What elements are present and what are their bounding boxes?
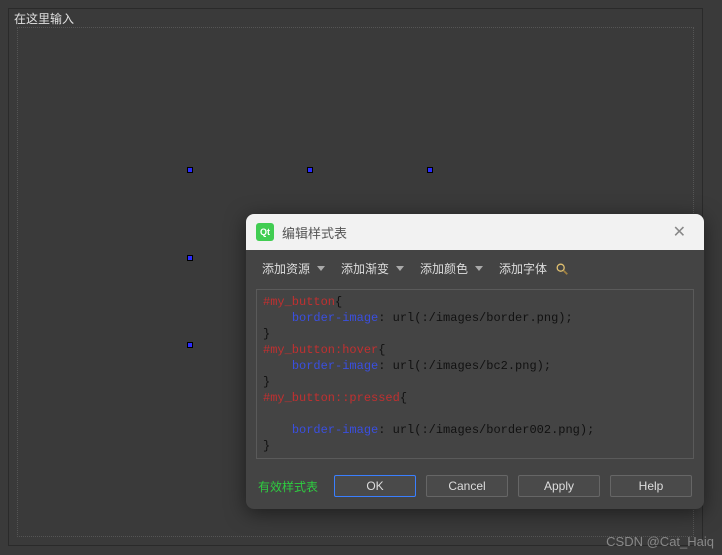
watermark-text: CSDN @Cat_Haiq <box>606 534 714 549</box>
resize-handle-tc[interactable] <box>307 167 313 173</box>
stylesheet-editor-dialog: Qt 编辑样式表 ✕ 添加资源 添加渐变 添加颜色 添加字体 #my_butto… <box>246 214 704 509</box>
resize-handle-tr[interactable] <box>427 167 433 173</box>
magnifier-icon[interactable] <box>555 262 569 276</box>
close-icon[interactable]: ✕ <box>665 218 694 246</box>
valid-stylesheet-label: 有效样式表 <box>258 478 318 495</box>
help-button[interactable]: Help <box>610 475 692 497</box>
canvas-input-label: 在这里输入 <box>12 10 76 27</box>
ok-button[interactable]: OK <box>334 475 416 497</box>
chevron-down-icon <box>317 266 325 271</box>
cancel-button[interactable]: Cancel <box>426 475 508 497</box>
add-font-label: 添加字体 <box>499 260 547 277</box>
dialog-toolbar: 添加资源 添加渐变 添加颜色 添加字体 <box>246 250 704 287</box>
dialog-title: 编辑样式表 <box>282 223 665 242</box>
chevron-down-icon <box>475 266 483 271</box>
add-font-button[interactable]: 添加字体 <box>497 258 549 279</box>
add-color-label: 添加颜色 <box>420 260 468 277</box>
chevron-down-icon <box>396 266 404 271</box>
dialog-titlebar[interactable]: Qt 编辑样式表 ✕ <box>246 214 704 250</box>
apply-button[interactable]: Apply <box>518 475 600 497</box>
resize-handle-ml[interactable] <box>187 255 193 261</box>
add-gradient-label: 添加渐变 <box>341 260 389 277</box>
dialog-button-bar: 有效样式表 OK Cancel Apply Help <box>246 467 704 509</box>
add-gradient-menu[interactable]: 添加渐变 <box>339 258 414 279</box>
add-color-menu[interactable]: 添加颜色 <box>418 258 493 279</box>
resize-handle-tl[interactable] <box>187 167 193 173</box>
resize-handle-bl[interactable] <box>187 342 193 348</box>
add-resource-label: 添加资源 <box>262 260 310 277</box>
stylesheet-code-editor[interactable]: #my_button{ border-image: url(:/images/b… <box>256 289 694 459</box>
add-resource-menu[interactable]: 添加资源 <box>260 258 335 279</box>
qt-logo-icon: Qt <box>256 223 274 241</box>
